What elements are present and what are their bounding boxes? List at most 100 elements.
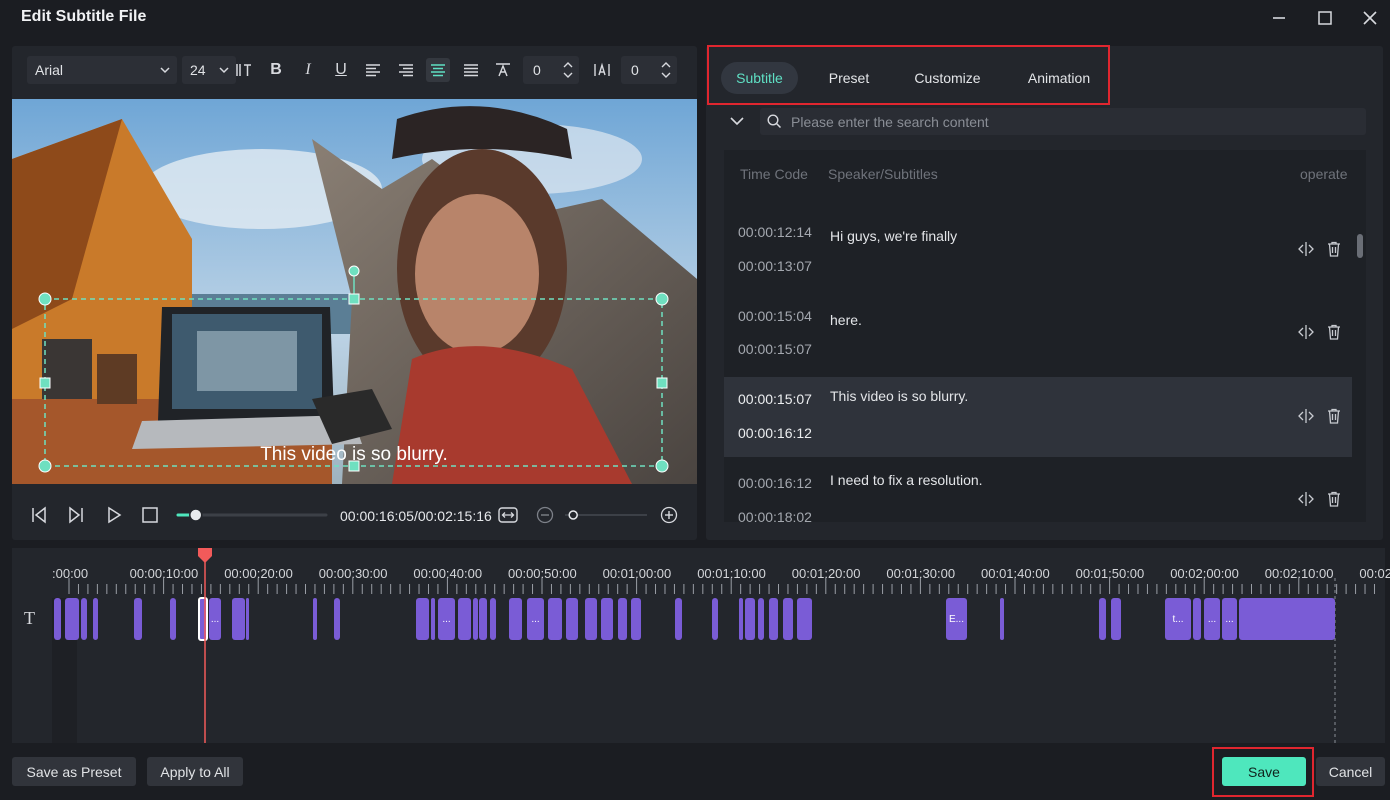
subtitle-clip[interactable] (334, 598, 340, 640)
zoom-in-icon[interactable] (658, 504, 680, 526)
save-button[interactable]: Save (1222, 757, 1306, 786)
subtitle-clip[interactable] (618, 598, 627, 640)
subtitle-row-selected[interactable]: 00:00:15:07 00:00:16:12 This video is so… (724, 377, 1352, 457)
subtitle-clip[interactable] (585, 598, 597, 640)
zoom-slider[interactable] (561, 507, 651, 523)
italic-icon[interactable]: I (296, 58, 320, 82)
prev-frame-icon[interactable] (28, 504, 50, 526)
subtitle-clip[interactable]: ... (438, 598, 455, 640)
subtitle-clip[interactable] (1111, 598, 1121, 640)
line-spacing-stepper[interactable]: 0 (621, 56, 677, 84)
end-time[interactable]: 00:00:16:12 (738, 425, 812, 441)
playhead[interactable] (197, 548, 213, 743)
subtitle-row[interactable]: 00:00:15:04 00:00:15:07 here. (724, 298, 1352, 378)
font-family-select[interactable]: Arial (27, 56, 177, 84)
subtitle-clip[interactable] (566, 598, 578, 640)
subtitle-clip[interactable]: ... (1204, 598, 1220, 640)
split-icon[interactable] (1296, 489, 1316, 509)
subtitle-clip[interactable] (1099, 598, 1106, 640)
video-preview[interactable]: This video is so blurry. (12, 99, 697, 484)
subtitle-text[interactable]: This video is so blurry. (830, 388, 968, 404)
subtitle-clip[interactable] (509, 598, 522, 640)
subtitle-clip[interactable] (473, 598, 478, 640)
subtitle-clip[interactable] (54, 598, 61, 640)
start-time[interactable]: 00:00:16:12 (738, 475, 812, 491)
timeline-panel[interactable]: T :00:00 00:00:10:00 00:00:20:00 00:00:30:0… (12, 548, 1390, 743)
stop-icon[interactable] (139, 504, 161, 526)
subtitle-clip[interactable]: E... (946, 598, 967, 640)
collapse-chevron-icon[interactable] (728, 112, 746, 135)
subtitle-clip[interactable] (170, 598, 176, 640)
subtitle-clip[interactable] (1193, 598, 1201, 640)
apply-to-all-button[interactable]: Apply to All (147, 757, 243, 786)
play-icon[interactable] (103, 504, 125, 526)
subtitle-clip[interactable] (1239, 598, 1335, 640)
subtitle-clip[interactable] (313, 598, 317, 640)
search-input[interactable]: Please enter the search content (760, 108, 1366, 135)
subtitle-clip[interactable] (745, 598, 755, 640)
subtitle-clip[interactable] (758, 598, 764, 640)
subtitle-clip[interactable]: ... (1222, 598, 1237, 640)
char-spacing-icon[interactable] (232, 58, 256, 82)
delete-icon[interactable] (1324, 322, 1344, 342)
subtitle-clip[interactable] (712, 598, 718, 640)
subtitle-clip[interactable] (479, 598, 487, 640)
split-icon[interactable] (1296, 406, 1316, 426)
delete-icon[interactable] (1324, 406, 1344, 426)
cancel-button[interactable]: Cancel (1316, 757, 1385, 786)
subtitle-clip[interactable] (431, 598, 435, 640)
delete-icon[interactable] (1324, 489, 1344, 509)
fit-width-icon[interactable] (497, 504, 519, 526)
letter-spacing-stepper[interactable]: 0 (523, 56, 579, 84)
tab-customize[interactable]: Customize (900, 62, 995, 94)
tab-subtitle[interactable]: Subtitle (721, 62, 798, 94)
delete-icon[interactable] (1324, 239, 1344, 259)
subtitle-clip[interactable] (65, 598, 79, 640)
subtitle-clip[interactable] (601, 598, 613, 640)
justify-icon[interactable] (459, 58, 483, 82)
start-time[interactable]: 00:00:15:07 (738, 391, 812, 407)
subtitle-clip[interactable] (81, 598, 87, 640)
subtitle-clip[interactable] (1000, 598, 1004, 640)
subtitle-row[interactable]: 00:00:16:12 00:00:18:02 I need to fix a … (724, 466, 1352, 522)
end-time[interactable]: 00:00:13:07 (738, 258, 812, 274)
subtitle-clip[interactable] (134, 598, 142, 640)
subtitle-caption[interactable]: This video is so blurry. (260, 444, 448, 465)
subtitle-text[interactable]: I need to fix a resolution. (830, 472, 983, 488)
subtitle-clip[interactable] (631, 598, 641, 640)
playback-progress-slider[interactable] (174, 507, 330, 523)
subtitle-clip[interactable] (458, 598, 471, 640)
align-right-icon[interactable] (394, 58, 418, 82)
minimize-icon[interactable] (1267, 6, 1291, 30)
subtitle-clip[interactable] (246, 598, 249, 640)
end-time[interactable]: 00:00:15:07 (738, 341, 812, 357)
subtitle-clip[interactable]: t... (1165, 598, 1191, 640)
save-as-preset-button[interactable]: Save as Preset (12, 757, 136, 786)
subtitle-clip[interactable]: ... (527, 598, 544, 640)
subtitle-row[interactable]: 00:00:12:14 00:00:13:07 Hi guys, we're f… (724, 214, 1352, 294)
zoom-out-icon[interactable] (534, 504, 556, 526)
end-time[interactable]: 00:00:18:02 (738, 509, 812, 522)
text-baseline-icon[interactable] (491, 58, 515, 82)
subtitle-clip[interactable] (675, 598, 682, 640)
bold-icon[interactable]: B (264, 58, 288, 82)
subtitle-clip[interactable] (797, 598, 812, 640)
close-icon[interactable] (1358, 6, 1382, 30)
split-icon[interactable] (1296, 322, 1316, 342)
stepper-arrows-icon[interactable] (563, 60, 573, 80)
subtitle-clip[interactable] (490, 598, 496, 640)
next-frame-icon[interactable] (65, 504, 87, 526)
subtitle-clip[interactable] (416, 598, 429, 640)
subtitle-text[interactable]: Hi guys, we're finally (830, 228, 957, 244)
start-time[interactable]: 00:00:12:14 (738, 224, 812, 240)
line-spacing-icon[interactable] (590, 58, 614, 82)
split-icon[interactable] (1296, 239, 1316, 259)
underline-icon[interactable]: U (329, 58, 353, 82)
subtitle-clip[interactable] (783, 598, 793, 640)
start-time[interactable]: 00:00:15:04 (738, 308, 812, 324)
font-size-select[interactable]: 24 (182, 56, 236, 84)
subtitle-clip[interactable] (548, 598, 562, 640)
list-scrollbar[interactable] (1357, 234, 1363, 258)
subtitle-clip[interactable] (232, 598, 245, 640)
tab-animation[interactable]: Animation (1012, 62, 1106, 94)
